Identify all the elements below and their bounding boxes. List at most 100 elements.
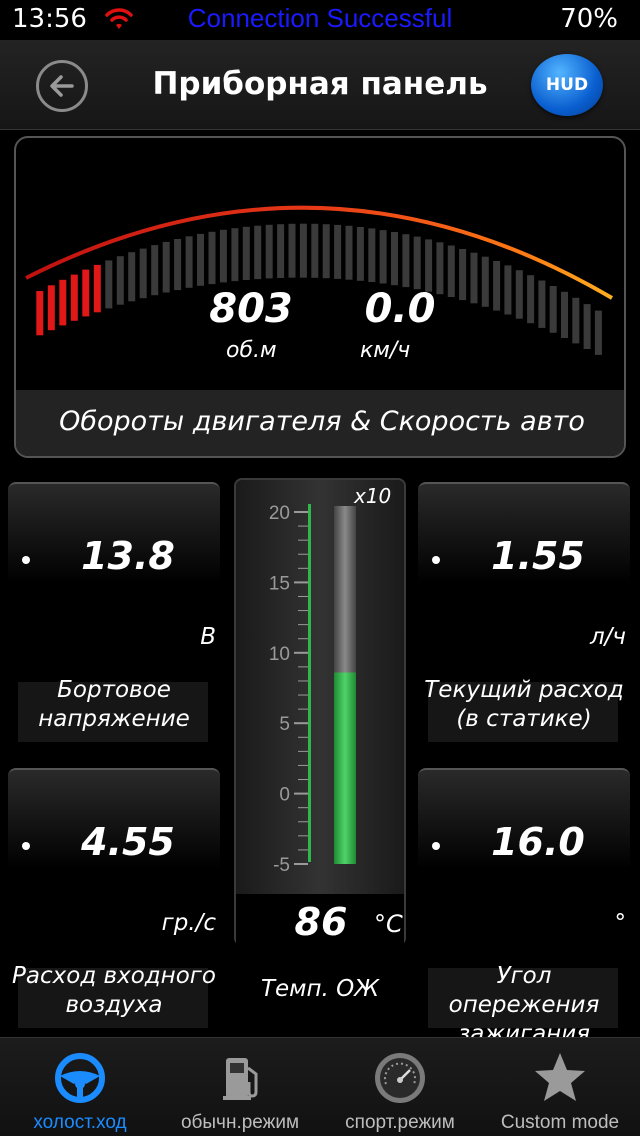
ignition-caption-line1: Угол опережения xyxy=(448,963,600,1018)
rpm-segment xyxy=(572,297,580,344)
rpm-segment xyxy=(345,225,353,280)
speed-unit: км/ч xyxy=(360,338,411,363)
rpm-segment xyxy=(299,223,307,278)
scale-label: -5 xyxy=(273,855,290,876)
rpm-segment xyxy=(174,239,182,291)
airflow-value: 4.55 xyxy=(81,820,175,864)
fuel-consumption-unit: л/ч xyxy=(589,624,626,650)
rpm-segment xyxy=(368,228,376,282)
rpm-segment xyxy=(36,291,44,336)
scale-label: 0 xyxy=(279,785,290,806)
fuel-caption-line2: (в статике) xyxy=(456,706,592,732)
scale-label: 20 xyxy=(269,503,290,524)
ignition-advance-caption: Угол опережения зажигания xyxy=(418,962,630,1049)
rpm-segment xyxy=(538,280,546,328)
rpm-segment xyxy=(322,224,330,279)
rpm-segment xyxy=(515,270,523,319)
rpm-segment xyxy=(82,269,90,317)
rpm-value: 803 xyxy=(209,286,293,332)
rpm-segment xyxy=(288,223,296,278)
rpm-segment xyxy=(334,224,342,279)
hud-button[interactable]: HUD xyxy=(531,54,603,116)
tab-sport[interactable]: спорт.режим xyxy=(320,1038,480,1136)
fuel-consumption-value: 1.55 xyxy=(491,534,585,578)
coolant-temp-gauge[interactable]: x10 20 15 10 5 0 -5 86 °C xyxy=(234,478,406,946)
star-icon xyxy=(535,1053,585,1101)
rpm-segment xyxy=(151,245,159,296)
steering-wheel-icon xyxy=(55,1053,105,1103)
scale-label: 15 xyxy=(269,573,290,594)
tab-custom[interactable]: Custom mode xyxy=(480,1038,640,1136)
rpm-segment xyxy=(128,252,136,302)
airflow-caption: Расход входного воздуха xyxy=(8,962,220,1020)
fuel-caption-line1: Текущий расход xyxy=(424,677,624,703)
airflow-tile[interactable]: 4.55 гр./с xyxy=(8,768,220,968)
rpm-segment xyxy=(311,223,319,278)
voltage-caption: Бортовое напряжение xyxy=(8,676,220,734)
indicator-dot xyxy=(432,842,440,850)
thermometer-fill xyxy=(334,672,356,864)
rpm-segment xyxy=(93,264,101,313)
rpm-arc-gauge xyxy=(25,205,614,355)
fuel-consumption-tile[interactable]: 1.55 л/ч xyxy=(418,482,630,682)
rpm-segment xyxy=(527,275,535,324)
ignition-advance-tile[interactable]: 16.0 ° xyxy=(418,768,630,968)
rpm-segment xyxy=(391,232,398,286)
rpm-segment xyxy=(493,261,501,311)
rpm-unit: об.м xyxy=(226,338,277,363)
rpm-segment xyxy=(459,249,467,301)
rpm-segment xyxy=(47,285,55,331)
coolant-temp-unit: °C xyxy=(374,910,403,938)
rpm-segment xyxy=(254,225,262,280)
airflow-caption-line2: воздуха xyxy=(65,992,163,1018)
tab-label: холост.ход xyxy=(33,1112,127,1133)
voltage-value: 13.8 xyxy=(81,534,175,578)
voltage-caption-line2: напряжение xyxy=(38,706,190,732)
mode-tab-bar: холост.ход обычн.режим спорт.режим Custo… xyxy=(0,1037,640,1136)
fuel-consumption-caption: Текущий расход (в статике) xyxy=(418,676,630,734)
rpm-segment xyxy=(231,228,239,282)
rpm-segment xyxy=(105,260,113,309)
rpm-speed-gauge[interactable]: 803 об.м 0.0 км/ч Обороты двигателя & Ск… xyxy=(14,136,626,458)
thermometer-scale: 20 15 10 5 0 -5 xyxy=(269,503,356,876)
scale-label: 5 xyxy=(279,714,290,735)
rpm-segment xyxy=(594,310,602,355)
rpm-segment xyxy=(197,233,204,286)
rpm-segment xyxy=(549,286,557,333)
indicator-dot xyxy=(22,556,30,564)
rpm-segment xyxy=(379,230,387,284)
rpm-segment xyxy=(561,291,568,338)
voltage-caption-line1: Бортовое xyxy=(57,677,171,703)
rpm-segment xyxy=(59,279,67,326)
scale-label: 10 xyxy=(269,644,290,665)
rpm-segment xyxy=(70,274,78,321)
rpm-segment xyxy=(583,304,591,349)
rpm-segment xyxy=(162,241,170,293)
rpm-segment xyxy=(447,245,455,297)
rpm-segment xyxy=(116,256,124,305)
voltage-unit: В xyxy=(200,624,216,650)
rpm-segment xyxy=(356,227,364,281)
rpm-segment xyxy=(208,231,216,285)
speed-value: 0.0 xyxy=(364,286,436,332)
tab-normal[interactable]: обычн.режим xyxy=(160,1038,320,1136)
speedometer-icon xyxy=(375,1053,425,1103)
ignition-advance-unit: ° xyxy=(614,910,627,936)
status-bar: 13:56 Connection Successful 70% xyxy=(0,0,640,40)
coolant-temp-value: 86 xyxy=(294,900,348,944)
rpm-segment xyxy=(265,224,273,279)
tab-idle[interactable]: холост.ход xyxy=(0,1038,160,1136)
tab-label: Custom mode xyxy=(500,1112,620,1133)
indicator-dot xyxy=(22,842,30,850)
rpm-segment xyxy=(139,248,147,299)
tab-label: спорт.режим xyxy=(345,1112,455,1133)
airflow-caption-line1: Расход входного xyxy=(12,963,216,989)
tab-label: обычн.режим xyxy=(180,1112,300,1133)
rpm-segment xyxy=(413,236,421,290)
voltage-tile[interactable]: 13.8 В xyxy=(8,482,220,682)
header: Приборная панель HUD xyxy=(0,40,640,130)
rpm-segment xyxy=(277,224,285,278)
airflow-unit: гр./с xyxy=(161,910,216,936)
rpm-segment xyxy=(425,239,433,292)
battery-level: 70% xyxy=(560,4,618,34)
